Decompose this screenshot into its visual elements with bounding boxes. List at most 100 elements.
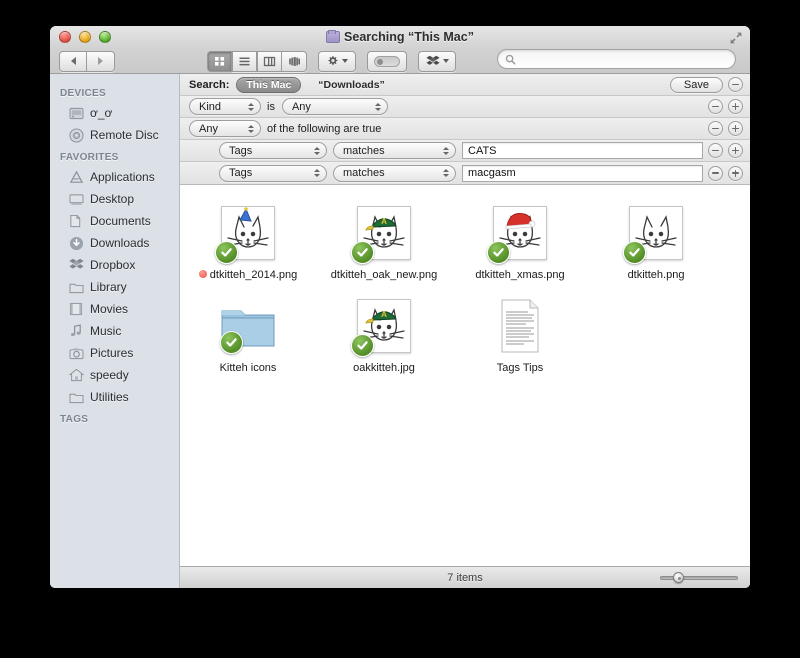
sidebar-item-label: ơ_ơ [90,106,113,120]
sidebar-item-speedy[interactable]: speedy [50,364,179,386]
icon-size-slider[interactable] [660,572,738,583]
toolbar-search-field[interactable] [497,49,736,69]
sidebar-item-music[interactable]: Music [50,320,179,342]
columns-icon [263,56,276,66]
criteria-row: Tags matches [180,140,750,162]
file-label: Kitteh icons [219,362,277,374]
select-value: Tags [229,167,253,179]
sidebar-item-dropbox[interactable]: Dropbox [50,254,179,276]
sidebar-item-remote-disc[interactable]: Remote Disc [50,124,179,146]
dropbox-icon [425,55,440,65]
file-item[interactable]: Tags Tips [452,292,588,385]
dropbox-menu-button[interactable] [418,50,456,72]
remove-criteria-button[interactable] [708,99,723,114]
criteria-value-input[interactable] [462,164,703,182]
remove-criteria-button[interactable] [708,121,723,136]
sidebar-item-hard-drive[interactable]: ơ_ơ [50,102,179,124]
file-item[interactable]: dtkitteh_2014.png [180,199,316,292]
red-tag-dot-icon [198,270,207,278]
coverflow-view-button[interactable] [282,50,307,72]
icon-view-button[interactable] [207,50,232,72]
file-name-text: dtkitteh_2014.png [209,269,298,281]
sidebar-item-utilities[interactable]: Utilities [50,386,179,408]
remove-criteria-button[interactable] [708,143,723,158]
sidebar-item-documents[interactable]: Documents [50,210,179,232]
sidebar-item-downloads[interactable]: Downloads [50,232,179,254]
gear-icon [328,55,338,65]
remove-criteria-button[interactable] [708,165,723,181]
file-item[interactable]: dtkitteh_xmas.png [452,199,588,292]
stepper-arrows-icon [443,146,449,155]
select-value: Tags [229,144,253,157]
sidebar-item-desktop[interactable]: Desktop [50,188,179,210]
attribute-select[interactable]: Tags [219,142,327,159]
home-icon [68,367,84,383]
minus-icon [712,149,719,152]
chevron-down-icon [342,59,348,63]
folder-icon [68,279,84,295]
forward-button[interactable] [87,50,115,72]
attribute-select[interactable]: Tags [219,164,327,182]
add-criteria-button[interactable] [728,143,743,158]
file-label: dtkitteh_oak_new.png [330,269,438,281]
chevron-down-icon [442,59,449,63]
window-title-bar-label: Searching “This Mac” [50,29,750,45]
sidebar-item-applications[interactable]: Applications [50,166,179,188]
file-label: oakkitteh.jpg [353,362,415,374]
select-value: Any [291,100,311,113]
search-input[interactable] [516,53,735,65]
toolbar [50,48,750,74]
add-criteria-button[interactable] [728,165,743,181]
value-select[interactable]: Any [281,98,388,115]
file-item[interactable]: A dtkitteh_oak_new.png [316,199,452,292]
stepper-arrows-icon [314,146,320,155]
back-button[interactable] [59,50,87,72]
add-criteria-button[interactable] [728,121,743,136]
file-item[interactable]: Kitteh icons [180,292,316,385]
match-mode-select[interactable]: Any [189,120,261,137]
forward-arrow-icon [98,57,103,65]
file-thumbnail [490,296,550,356]
arrange-button[interactable] [367,50,407,72]
column-view-button[interactable] [257,50,282,72]
remove-criteria-button[interactable] [728,77,743,92]
stepper-arrows-icon [314,169,320,177]
music-note-icon [68,323,84,339]
file-item[interactable]: A oakkitteh.jpg [316,292,452,385]
criteria-trailing-text: of the following are true [267,122,382,135]
file-thumbnail [218,296,278,356]
sidebar-item-movies[interactable]: Movies [50,298,179,320]
green-check-badge [351,241,374,264]
green-check-badge [215,241,238,264]
desktop-icon [68,191,84,207]
operator-select[interactable]: matches [333,142,456,159]
save-search-button[interactable]: Save [669,76,723,93]
sidebar-item-library[interactable]: Library [50,276,179,298]
sidebar-item-pictures[interactable]: Pictures [50,342,179,364]
scope-this-mac[interactable]: This Mac [236,76,302,93]
stepper-arrows-icon [248,124,254,133]
sidebar: DEVICES ơ_ơ Remote Disc FAVORITES Applic… [50,74,180,588]
file-grid: dtkitteh_2014.png A dtkitteh_oak_new.png… [180,185,750,566]
attribute-select[interactable]: Kind [189,98,261,115]
minus-icon [712,127,719,130]
sidebar-item-label: Desktop [90,192,135,206]
operator-select[interactable]: matches [333,164,456,182]
minus-icon [712,172,719,174]
file-item[interactable]: dtkitteh.png [588,199,724,292]
movies-icon [68,301,84,317]
sidebar-item-label: Applications [90,170,155,184]
back-arrow-icon [70,57,76,65]
scope-downloads[interactable]: “Downloads” [308,77,395,93]
action-menu-button[interactable] [318,50,356,72]
sidebar-item-label: Documents [90,214,151,228]
criteria-value-input[interactable] [462,142,703,159]
file-thumbnail [215,203,278,264]
list-view-button[interactable] [232,50,257,72]
expand-arrows-icon[interactable] [729,31,743,45]
navigation-buttons [59,50,115,72]
select-value: Any [199,122,218,135]
file-thumbnail: A [351,203,414,264]
slider-knob[interactable] [673,572,684,583]
add-criteria-button[interactable] [728,99,743,114]
